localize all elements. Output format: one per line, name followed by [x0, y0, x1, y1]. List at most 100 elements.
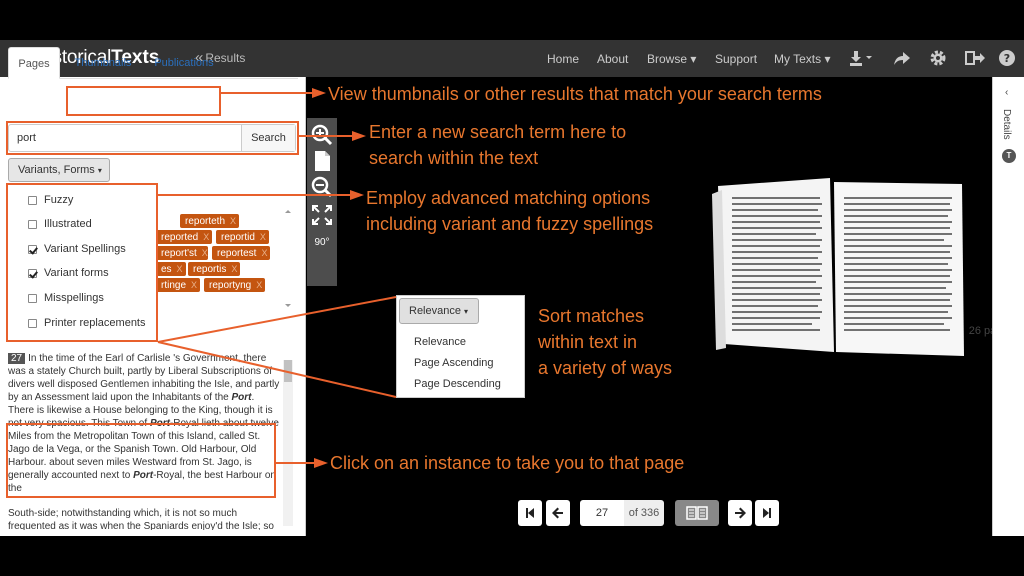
close-icon[interactable]: X: [253, 278, 265, 292]
sort-label: Relevance: [409, 305, 461, 317]
download-icon[interactable]: [849, 49, 873, 67]
highlight-options: [6, 183, 158, 342]
chip-label: reporteth: [185, 216, 226, 227]
chip-label: rtinge: [161, 280, 187, 291]
arrow-left-icon: [552, 507, 563, 519]
first-page-button[interactable]: [518, 500, 542, 526]
tab-pages[interactable]: Pages: [8, 47, 60, 79]
annotation-sort-line1: Sort matches: [538, 306, 645, 326]
chip[interactable]: reportest X: [212, 246, 271, 260]
svg-text:?: ?: [1004, 52, 1010, 65]
results-scrollbar[interactable]: [283, 360, 293, 526]
chip-label: es: [161, 264, 172, 275]
annotation-instance: Click on an instance to take you to that…: [330, 453, 685, 473]
gear-icon[interactable]: [929, 49, 947, 67]
fit-screen-icon[interactable]: [311, 204, 333, 226]
annotation-search-line1: Enter a new search term here to: [369, 122, 627, 142]
next-page-button[interactable]: [728, 500, 752, 526]
sort-option-page-descending[interactable]: Page Descending: [414, 378, 501, 390]
variants-forms-dropdown[interactable]: Variants, Forms ▾: [8, 158, 110, 182]
chip-scrollbar[interactable]: [284, 210, 292, 310]
chip[interactable]: reporteth X: [180, 214, 240, 228]
rotate-icon[interactable]: 90°: [311, 232, 333, 254]
first-page-icon: [526, 508, 534, 518]
caret-down-icon: ▾: [690, 52, 697, 66]
viewer-toolbar: 90°: [307, 118, 337, 286]
chip-label: reportid: [221, 232, 255, 243]
page-icon[interactable]: [311, 150, 333, 172]
caret-down-icon: ▾: [97, 166, 102, 175]
annotation-sort-line3: a variety of ways: [538, 358, 673, 378]
close-icon[interactable]: X: [258, 246, 270, 260]
two-page-view-button[interactable]: [675, 500, 719, 526]
chip[interactable]: es X: [156, 262, 186, 276]
chip-label: report'st: [161, 248, 197, 259]
result-tabs: Pages Thumbnails Publications: [8, 47, 298, 79]
tab-publications[interactable]: Publications: [146, 47, 222, 79]
close-icon[interactable]: X: [188, 278, 200, 292]
close-icon[interactable]: X: [257, 230, 269, 244]
annotation-advanced-line1: Employ advanced matching options: [366, 188, 651, 208]
two-page-icon: [686, 506, 708, 520]
nav-my-texts[interactable]: My Texts ▾: [774, 52, 831, 66]
page-number-input[interactable]: 27: [580, 500, 624, 526]
chip[interactable]: rtinge X: [156, 278, 200, 292]
text-badge[interactable]: T: [1002, 149, 1016, 163]
variants-label: Variants, Forms: [18, 164, 95, 176]
annotation-search-line2: search within the text: [369, 148, 539, 168]
chip[interactable]: reported X: [156, 230, 212, 244]
help-icon[interactable]: ?: [998, 49, 1016, 67]
scrollbar-thumb[interactable]: [284, 360, 292, 382]
zoom-in-icon[interactable]: [311, 124, 333, 146]
sort-option-page-ascending[interactable]: Page Ascending: [414, 357, 494, 369]
chevron-left-icon[interactable]: ‹: [1005, 87, 1008, 98]
zoom-out-icon[interactable]: [311, 176, 333, 198]
arrow-right-icon: [735, 507, 746, 519]
highlight-result: [6, 423, 276, 498]
rotate-label: 90°: [314, 237, 330, 248]
share-icon[interactable]: [893, 49, 911, 67]
chip[interactable]: reportis X: [188, 262, 241, 276]
last-page-icon: [763, 508, 771, 518]
sort-option-relevance[interactable]: Relevance: [414, 336, 466, 348]
chip-label: reportest: [217, 248, 257, 259]
nav-home[interactable]: Home: [547, 52, 579, 66]
page-total: of 336: [624, 500, 664, 526]
sort-menu: Relevance ▾ Relevance Page Ascending Pag…: [396, 295, 525, 398]
close-icon[interactable]: X: [200, 230, 212, 244]
nav-support[interactable]: Support: [715, 52, 757, 66]
details-rail[interactable]: ‹ Details T: [992, 77, 1024, 536]
match-term: Port: [231, 392, 252, 403]
chip-label: reportyng: [209, 280, 252, 291]
highlight-tabs: [66, 86, 221, 116]
chip-label: reportis: [193, 264, 227, 275]
chip-label: reported: [161, 232, 199, 243]
close-icon[interactable]: X: [174, 262, 186, 276]
details-label: Details: [1001, 109, 1012, 140]
sign-out-icon[interactable]: [965, 49, 987, 67]
nav-about[interactable]: About: [597, 52, 628, 66]
result-item[interactable]: South-side; notwithstanding which, it is…: [8, 507, 294, 530]
nav-browse[interactable]: Browse ▾: [647, 52, 696, 66]
chip[interactable]: report'st X: [156, 246, 208, 260]
highlight-search: [6, 121, 299, 155]
close-icon[interactable]: X: [227, 214, 239, 228]
annotation-thumbnails: View thumbnails or other results that ma…: [328, 84, 822, 104]
close-icon[interactable]: X: [228, 262, 240, 276]
tab-thumbnails[interactable]: Thumbnails: [68, 47, 138, 79]
caret-down-icon: ▾: [464, 307, 469, 316]
result-page-number: 27: [8, 353, 26, 364]
close-icon[interactable]: X: [199, 246, 211, 260]
previous-page-button[interactable]: [546, 500, 570, 526]
annotation-advanced-line2: including variant and fuzzy spellings: [366, 214, 654, 234]
annotation-sort-line2: within text in: [538, 332, 638, 352]
caret-down-icon: ▾: [824, 52, 831, 66]
chip[interactable]: reportid X: [216, 230, 269, 244]
sort-dropdown-button[interactable]: Relevance ▾: [399, 298, 479, 324]
result-text: South-side; notwithstanding which, it is…: [8, 508, 274, 530]
last-page-button[interactable]: [755, 500, 779, 526]
book-page-image[interactable]: [710, 176, 968, 362]
nav-my-texts-label: My Texts: [774, 52, 822, 66]
slide: Historical Texts « Results Home About Br…: [0, 0, 1024, 576]
chip[interactable]: reportyng X: [204, 278, 266, 292]
